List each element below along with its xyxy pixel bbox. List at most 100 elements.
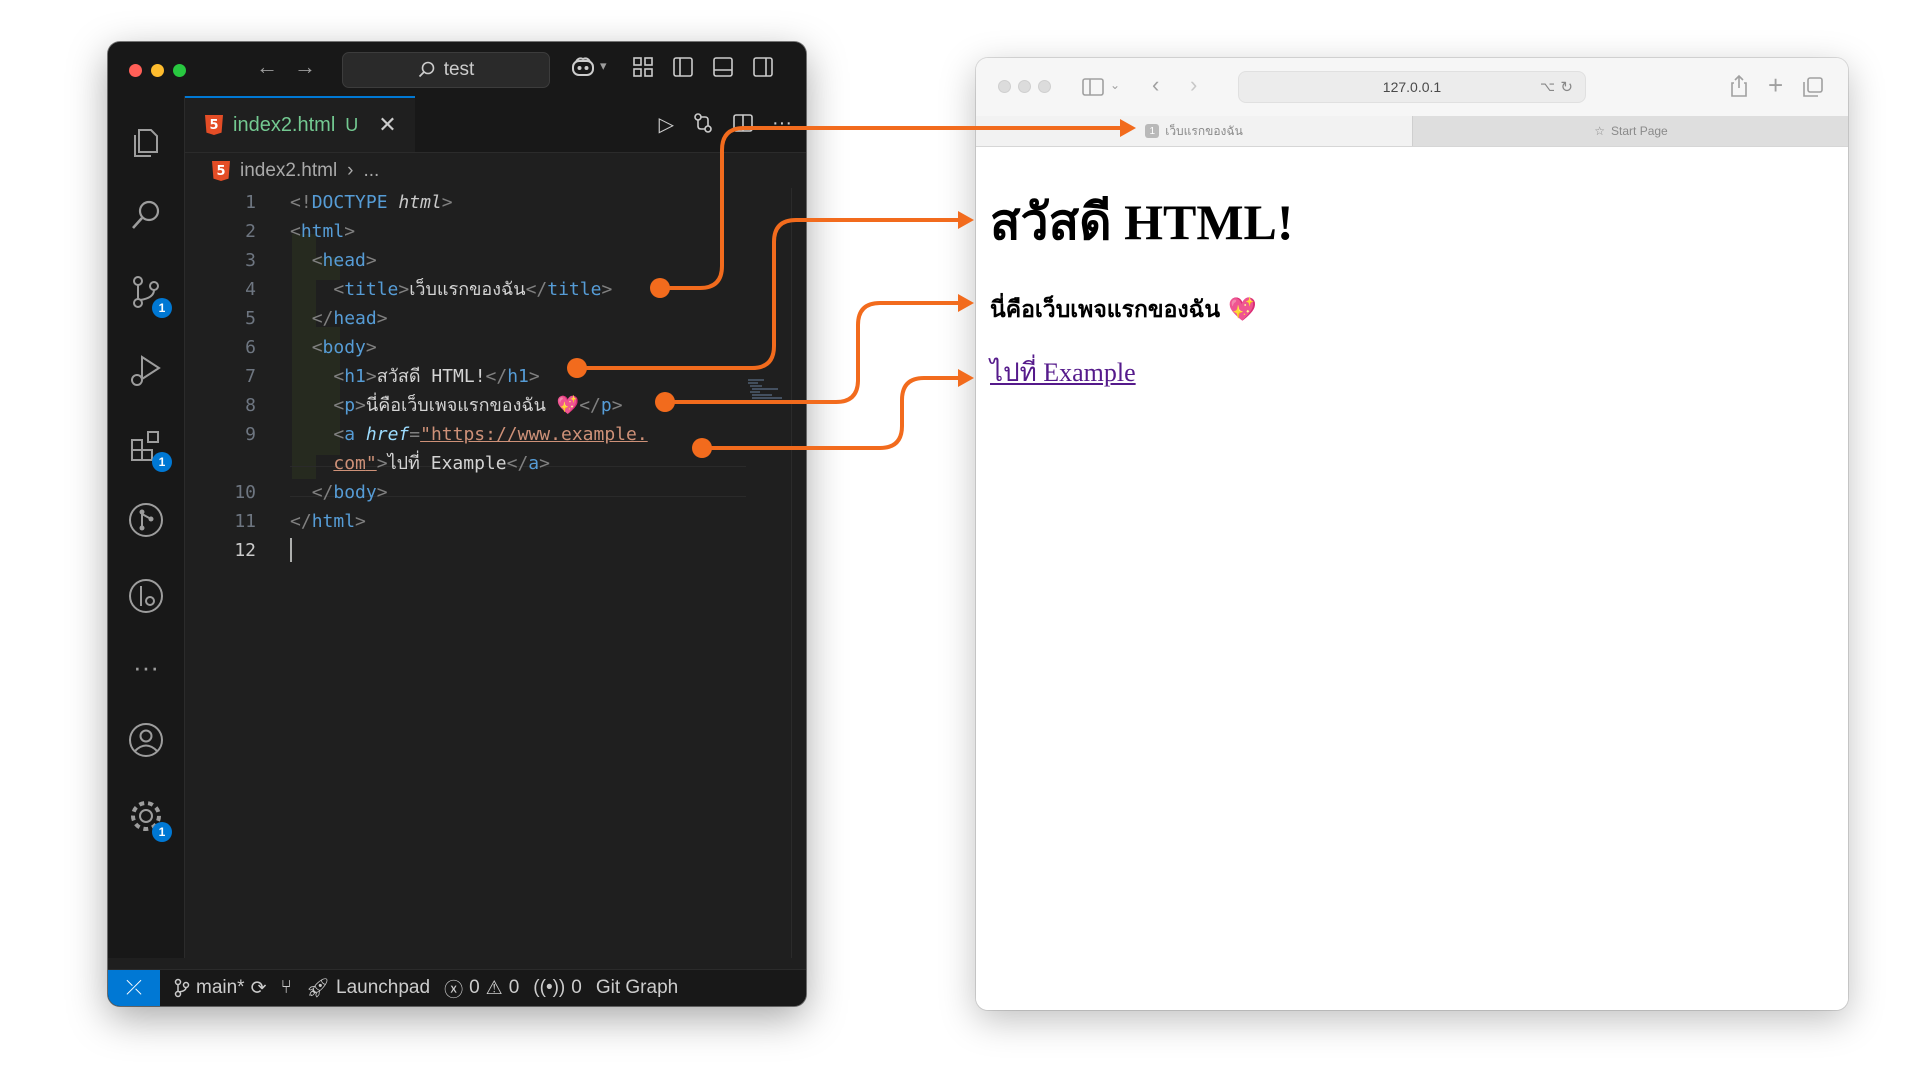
sidebar-icon[interactable] — [1082, 77, 1104, 97]
address-bar[interactable]: 127.0.0.1 ⌥ ↻ — [1238, 71, 1586, 103]
compare-changes-icon[interactable] — [692, 112, 714, 134]
search-icon[interactable] — [126, 196, 166, 236]
ports-status[interactable]: ((•)) 0 — [533, 977, 582, 999]
example-link[interactable]: ไปที่ Example — [990, 352, 1136, 393]
extensions-badge: 1 — [152, 452, 172, 472]
extensions-item[interactable]: 1 — [126, 426, 172, 472]
toggle-panel-icon[interactable] — [712, 56, 734, 78]
launchpad-status[interactable]: 🚀︎ Launchpad — [306, 976, 430, 1000]
branch-name: main* — [196, 977, 245, 998]
code-editor[interactable]: 1 <!DOCTYPE html> 2 <html> 3 <head> 4 <tit… — [185, 188, 806, 958]
more-actions-icon[interactable]: ··· — [772, 112, 792, 137]
html5-file-icon: 5 — [212, 161, 230, 181]
launchpad-label: Launchpad — [336, 977, 431, 998]
address-text: 127.0.0.1 — [1382, 79, 1442, 95]
arrow-head-icon — [958, 211, 974, 229]
settings-item[interactable]: 1 — [126, 796, 172, 842]
sync-icon[interactable]: ⟳ — [251, 977, 267, 1000]
line-number: 3 — [245, 250, 256, 271]
toggle-secondary-sidebar-icon[interactable] — [752, 56, 774, 78]
source-control-item[interactable]: 1 — [126, 272, 172, 318]
tab-index2-html[interactable]: 5 index2.html U ✕ — [185, 96, 415, 152]
command-center-text: test — [443, 59, 475, 80]
status-bar: ⤫ main* ⟳ ⑂ 🚀︎ Launchpad ⓧ 0 ⚠ 0 ((•)) 0… — [108, 969, 806, 1006]
customize-layout-icon[interactable] — [632, 56, 654, 78]
editor-scrollbar[interactable] — [791, 188, 806, 958]
p-text: นี่คือเว็บเพจแรกของฉัน 💖 — [365, 395, 580, 416]
source-control-badge: 1 — [152, 298, 172, 318]
command-center-search[interactable]: test — [342, 52, 550, 88]
safari-tabbar: 1 เว็บแรกของฉัน ☆ Start Page — [976, 116, 1848, 147]
web-page: สวัสดี HTML! นี่คือเว็บเพจแรกของฉัน 💖 ไป… — [976, 147, 1848, 1010]
ports-count: 0 — [571, 977, 582, 998]
tab-my-first-web[interactable]: 1 เว็บแรกของฉัน — [976, 116, 1412, 146]
line-number: 12 — [234, 540, 256, 561]
chevron-down-icon[interactable]: ⌄ — [1110, 78, 1120, 92]
line-number: 6 — [245, 337, 256, 358]
breadcrumb-rest[interactable]: ... — [364, 160, 380, 182]
breadcrumb-file[interactable]: index2.html — [240, 160, 337, 182]
account-icon[interactable] — [126, 720, 166, 760]
tab-git-status: U — [345, 114, 359, 135]
editor-actions: ▷ ··· — [659, 112, 792, 137]
activity-bar: 1 1 ··· 1 — [108, 96, 185, 958]
copilot-icon[interactable] — [570, 56, 596, 78]
line-number: 1 — [245, 192, 256, 213]
vscode-titlebar: ← → test ▾ — [108, 42, 806, 97]
back-arrow-icon[interactable]: ← — [256, 54, 278, 80]
share-icon[interactable] — [1730, 74, 1748, 98]
forward-arrow-icon[interactable]: → — [294, 54, 316, 80]
minimap[interactable] — [746, 378, 786, 400]
page-heading: สวัสดี HTML! — [990, 194, 1294, 250]
compare-icon: ⑂ — [280, 977, 292, 998]
href-part1: https://www.example. — [430, 424, 648, 445]
back-icon[interactable]: ‹ — [1152, 72, 1159, 98]
search-icon — [418, 61, 434, 78]
html5-file-icon: 5 — [205, 115, 223, 135]
split-editor-icon[interactable] — [732, 112, 754, 134]
tab-title: เว็บแรกของฉัน — [1165, 123, 1243, 138]
git-graph-status[interactable]: ⑂ — [281, 977, 292, 999]
line-number: 4 — [245, 279, 256, 300]
text-cursor — [290, 538, 292, 562]
reload-icon[interactable]: ↻ — [1560, 78, 1573, 96]
toggle-primary-sidebar-icon[interactable] — [672, 56, 694, 78]
remote-indicator-icon[interactable]: ⤫ — [108, 970, 160, 1006]
page-paragraph: นี่คือเว็บเพจแรกของฉัน 💖 — [990, 297, 1257, 323]
arrow-head-icon — [958, 369, 974, 387]
star-icon: ☆ — [1594, 124, 1606, 138]
minimize-window-button[interactable] — [1018, 80, 1031, 93]
warning-count: 0 — [508, 977, 520, 998]
explorer-icon[interactable] — [126, 122, 166, 162]
a-text: ไปที่ Example — [387, 453, 507, 474]
tab-start-page[interactable]: ☆ Start Page — [1412, 116, 1848, 146]
close-window-button[interactable] — [998, 80, 1011, 93]
error-icon: ⓧ — [444, 979, 464, 1001]
zoom-window-button[interactable] — [1038, 80, 1051, 93]
forward-icon[interactable]: › — [1190, 72, 1197, 98]
tab-title: Start Page — [1611, 124, 1668, 138]
line-number: 10 — [234, 482, 256, 503]
more-icon[interactable]: ··· — [126, 652, 166, 692]
tab-filename: index2.html — [233, 113, 336, 136]
minimize-window-button[interactable] — [151, 64, 164, 77]
branch-status[interactable]: main* ⟳ — [174, 977, 267, 1000]
vscode-window: ← → test ▾ 1 1 ··· 1 5 index2.html U ✕ ▷… — [108, 42, 806, 1006]
zoom-window-button[interactable] — [173, 64, 186, 77]
git-graph-button[interactable]: Git Graph — [596, 977, 678, 999]
tab-overview-icon[interactable] — [1802, 76, 1824, 98]
new-tab-icon[interactable]: + — [1768, 70, 1783, 101]
chevron-down-icon[interactable]: ▾ — [600, 58, 607, 74]
safari-toolbar: ⌄ ‹ › 127.0.0.1 ⌥ ↻ + — [976, 58, 1848, 116]
line-number: 5 — [245, 308, 256, 329]
close-tab-icon[interactable]: ✕ — [378, 112, 396, 138]
line-number: 8 — [245, 395, 256, 416]
gitlens-icon[interactable] — [126, 576, 166, 616]
run-icon[interactable]: ▷ — [659, 112, 674, 137]
git-graph-icon[interactable] — [126, 500, 166, 540]
close-window-button[interactable] — [129, 64, 142, 77]
translate-icon[interactable]: ⌥ — [1540, 79, 1555, 95]
run-debug-icon[interactable] — [126, 350, 166, 390]
problems-status[interactable]: ⓧ 0 ⚠ 0 — [444, 975, 519, 1002]
line-number: 2 — [245, 221, 256, 242]
